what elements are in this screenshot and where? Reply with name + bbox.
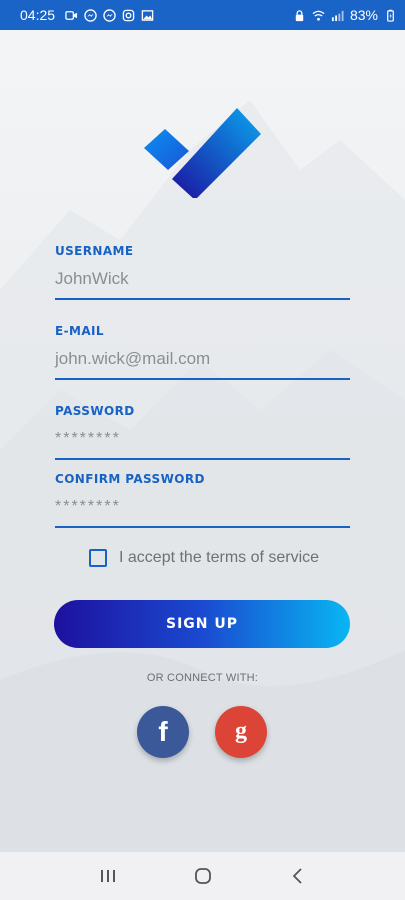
email-field: E-MAIL john.wick@mail.com	[55, 324, 350, 380]
password-input[interactable]: ********	[55, 426, 350, 452]
email-label: E-MAIL	[55, 324, 104, 338]
signal-icon	[331, 10, 344, 21]
app-logo	[144, 108, 261, 198]
username-input[interactable]: JohnWick	[55, 266, 350, 292]
system-nav-bar	[0, 852, 405, 900]
facebook-button[interactable]: f	[137, 706, 189, 758]
gallery-icon	[141, 9, 154, 21]
messenger-icon	[84, 8, 97, 22]
google-icon: g	[235, 717, 247, 744]
recents-button[interactable]	[93, 861, 123, 891]
google-button[interactable]: g	[215, 706, 267, 758]
instagram-icon	[122, 9, 135, 21]
email-input[interactable]: john.wick@mail.com	[55, 346, 350, 372]
confirm-password-label: CONFIRM PASSWORD	[55, 472, 205, 486]
home-button[interactable]	[188, 861, 218, 891]
back-button[interactable]	[283, 861, 313, 891]
username-underline	[55, 298, 350, 300]
connect-heading: OR CONNECT WITH:	[146, 672, 259, 684]
messenger-icon	[103, 8, 116, 22]
confirm-password-underline	[55, 526, 350, 528]
battery-icon	[387, 9, 394, 22]
recents-icon	[100, 870, 115, 882]
sign-up-button[interactable]: SIGN UP	[54, 600, 350, 648]
back-icon	[292, 868, 302, 884]
username-label: USERNAME	[55, 244, 134, 258]
password-field: PASSWORD ********	[55, 404, 350, 460]
status-bar: 04:25 83%	[0, 0, 405, 30]
home-icon	[194, 868, 211, 884]
facebook-icon: f	[158, 716, 168, 747]
terms-row[interactable]: I accept the terms of service	[89, 549, 319, 567]
battery-percent: 83%	[349, 7, 378, 23]
terms-label: I accept the terms of service	[119, 549, 320, 566]
password-underline	[55, 458, 350, 460]
confirm-password-field: CONFIRM PASSWORD ********	[55, 472, 350, 528]
status-time: 04:25	[20, 7, 56, 23]
email-underline	[55, 378, 350, 380]
terms-checkbox[interactable]	[89, 549, 107, 567]
wifi-icon	[312, 10, 325, 21]
username-field: USERNAME JohnWick	[55, 244, 350, 300]
confirm-password-input[interactable]: ********	[55, 494, 350, 520]
password-label: PASSWORD	[55, 404, 135, 418]
video-icon	[65, 10, 78, 20]
lock-icon	[295, 9, 304, 21]
